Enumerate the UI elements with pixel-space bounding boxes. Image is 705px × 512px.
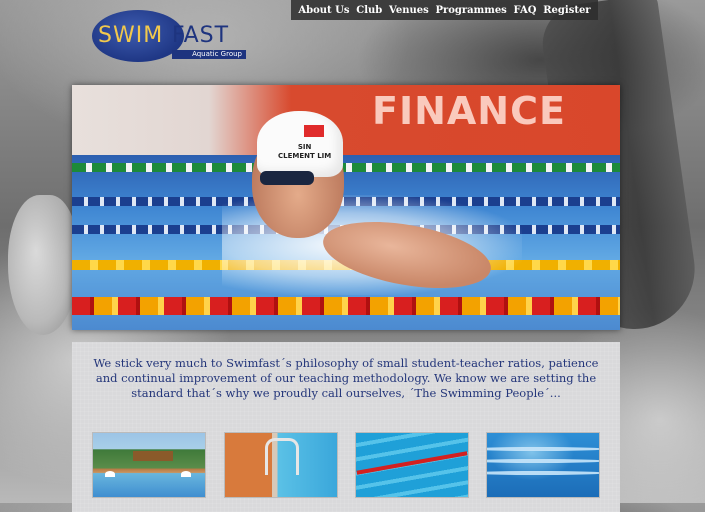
intro-text: We stick very much to Swimfast´s philoso… bbox=[93, 356, 599, 400]
logo-word-fast: FAST bbox=[172, 23, 230, 48]
main-nav: About Us Club Venues Programmes FAQ Regi… bbox=[291, 0, 598, 20]
pool-step bbox=[487, 459, 599, 463]
lane-rope-red bbox=[72, 297, 620, 315]
thumbnail-roof bbox=[133, 451, 173, 461]
logo-tagline: Aquatic Group bbox=[172, 50, 246, 59]
nav-club[interactable]: Club bbox=[356, 5, 382, 16]
nav-venues[interactable]: Venues bbox=[389, 5, 429, 16]
logo-word-swim: SWIM bbox=[98, 23, 164, 48]
swim-goggles bbox=[260, 171, 314, 185]
thumbnail-pool-ladder[interactable] bbox=[224, 432, 338, 498]
lane-rope-green bbox=[72, 163, 620, 172]
thumbnail-pool-steps[interactable] bbox=[486, 432, 600, 498]
umbrella-icon bbox=[181, 471, 191, 477]
nav-about-us[interactable]: About Us bbox=[298, 5, 349, 16]
cap-country: SIN bbox=[297, 143, 312, 151]
hero-image-swimmer: FINANCE SIN CLEMENT LIM bbox=[72, 85, 620, 330]
pool-step bbox=[487, 471, 599, 475]
cap-name: CLEMENT LIM bbox=[278, 152, 332, 160]
lane-rope-red bbox=[356, 451, 468, 475]
background-swimmer bbox=[8, 195, 78, 335]
hero-sponsor-text: FINANCE bbox=[372, 89, 566, 133]
swim-cap-text: SIN CLEMENT LIM bbox=[278, 143, 331, 161]
singapore-flag-icon bbox=[304, 125, 324, 137]
pool-step bbox=[487, 447, 599, 451]
thumbnail-resort-pool[interactable] bbox=[92, 432, 206, 498]
nav-programmes[interactable]: Programmes bbox=[435, 5, 506, 16]
umbrella-icon bbox=[105, 471, 115, 477]
nav-faq[interactable]: FAQ bbox=[514, 5, 537, 16]
thumbnail-swimmers-lanes[interactable] bbox=[355, 432, 469, 498]
nav-register[interactable]: Register bbox=[543, 5, 590, 16]
swimfast-logo[interactable]: SWIM FAST Aquatic Group bbox=[92, 10, 252, 64]
intro-panel: We stick very much to Swimfast´s philoso… bbox=[72, 342, 620, 512]
ladder-rail bbox=[265, 438, 299, 475]
